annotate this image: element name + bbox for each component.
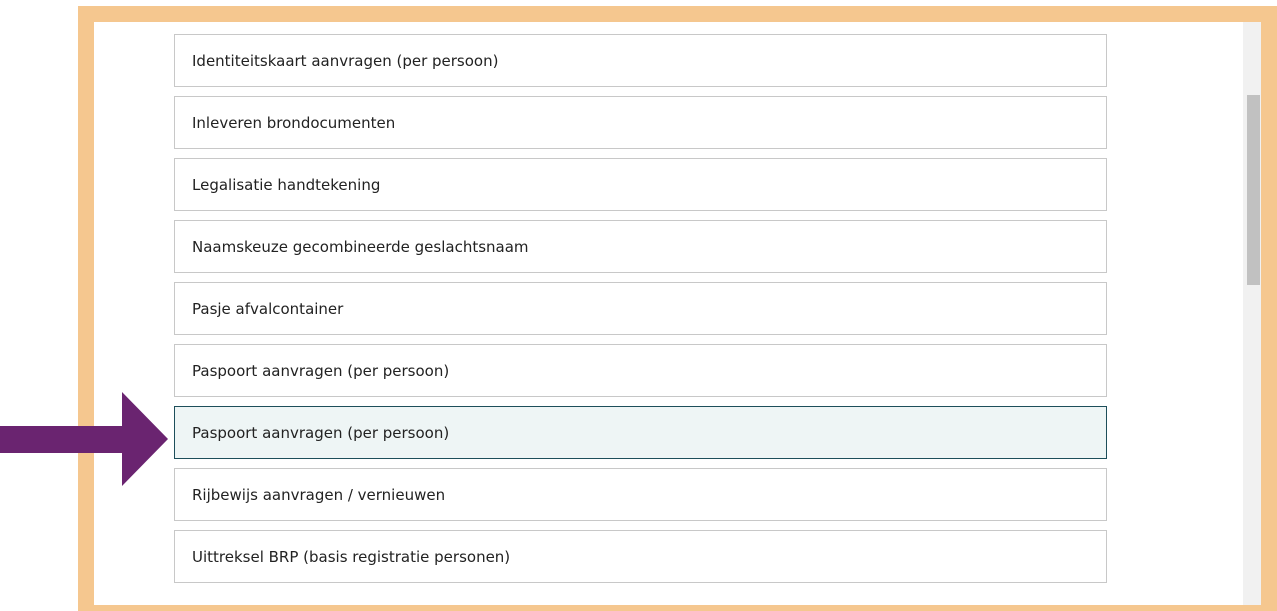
list-item[interactable]: Pasje afvalcontainer: [174, 282, 1107, 335]
arrow-shape: [0, 392, 168, 486]
list-item-label: Inleveren brondocumenten: [192, 113, 396, 132]
service-list-panel: Identiteitskaart aanvragen (per persoon)…: [94, 22, 1261, 605]
list-item[interactable]: Inleveren brondocumenten: [174, 96, 1107, 149]
list-item[interactable]: Uittreksel BRP (basis registratie person…: [174, 530, 1107, 583]
list-item-label: Paspoort aanvragen (per persoon): [192, 361, 450, 380]
list-item-label: Rijbewijs aanvragen / vernieuwen: [192, 485, 446, 504]
list-item-label: Legalisatie handtekening: [192, 175, 381, 194]
list-item-label: Pasje afvalcontainer: [192, 299, 344, 318]
list-item[interactable]: Identiteitskaart aanvragen (per persoon): [174, 34, 1107, 87]
list-item[interactable]: Legalisatie handtekening: [174, 158, 1107, 211]
service-list: Identiteitskaart aanvragen (per persoon)…: [174, 34, 1107, 592]
list-item[interactable]: Naamskeuze gecombineerde geslachtsnaam: [174, 220, 1107, 273]
right-arrow-icon: [0, 392, 168, 486]
scrollbar-thumb[interactable]: [1247, 95, 1260, 285]
list-item-label: Paspoort aanvragen (per persoon): [192, 423, 450, 442]
list-item-selected[interactable]: Paspoort aanvragen (per persoon): [174, 406, 1107, 459]
list-item-label: Uittreksel BRP (basis registratie person…: [192, 547, 511, 566]
list-item[interactable]: Rijbewijs aanvragen / vernieuwen: [174, 468, 1107, 521]
list-item-label: Identiteitskaart aanvragen (per persoon): [192, 51, 499, 70]
vertical-scrollbar[interactable]: [1243, 22, 1261, 605]
list-item-label: Naamskeuze gecombineerde geslachtsnaam: [192, 237, 529, 256]
list-item[interactable]: Paspoort aanvragen (per persoon): [174, 344, 1107, 397]
